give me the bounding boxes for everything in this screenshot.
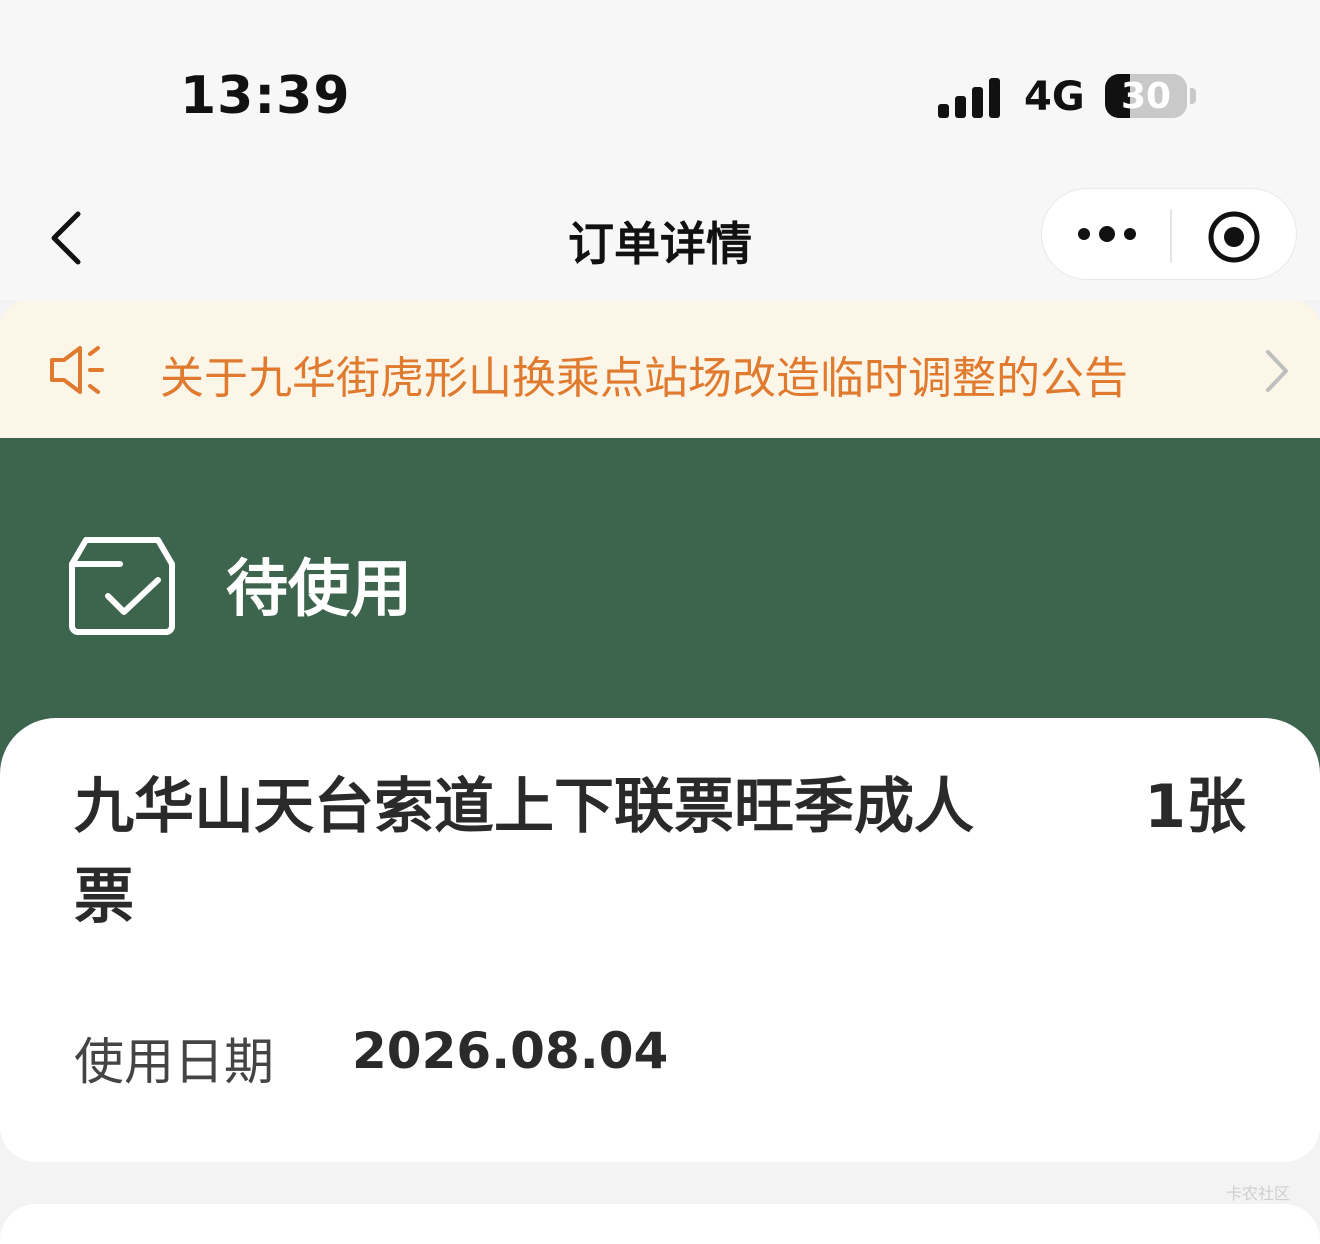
signal-icon <box>938 76 1002 118</box>
chevron-right-icon <box>1262 348 1290 394</box>
more-dots-icon <box>1078 226 1136 242</box>
announcement-banner[interactable]: 关于九华街虎形山换乘点站场改造临时调整的公告 <box>0 300 1320 438</box>
use-date-value: 2026.08.04 <box>352 1022 669 1080</box>
target-circle-icon <box>1208 211 1260 263</box>
speaker-icon <box>48 344 108 396</box>
ticket-title: 九华山天台索道上下联票旺季成人票 <box>74 772 974 932</box>
navigation-bar: 订单详情 <box>0 180 1320 300</box>
mini-program-capsule <box>1041 188 1297 280</box>
next-card <box>0 1204 1320 1244</box>
ticket-card: 九华山天台索道上下联票旺季成人票 1张 使用日期 2026.08.04 <box>0 718 1320 1162</box>
box-check-icon <box>66 534 178 638</box>
close-mini-program-button[interactable] <box>1206 209 1262 265</box>
announcement-text: 关于九华街虎形山换乘点站场改造临时调整的公告 <box>160 353 1128 404</box>
battery-icon: 30 <box>1105 74 1187 118</box>
use-date-label: 使用日期 <box>74 1033 274 1091</box>
more-button[interactable] <box>1072 219 1142 249</box>
capsule-divider <box>1170 209 1172 263</box>
watermark: 卡农社区 <box>1226 1184 1291 1203</box>
network-type: 4G <box>1024 74 1085 120</box>
order-status-label: 待使用 <box>226 552 413 625</box>
status-bar: 13:39 4G 30 <box>0 0 1320 180</box>
ticket-quantity: 1张 <box>1144 772 1246 842</box>
battery-tip <box>1190 88 1196 104</box>
status-time: 13:39 <box>180 66 351 126</box>
battery-percent: 30 <box>1120 76 1172 117</box>
